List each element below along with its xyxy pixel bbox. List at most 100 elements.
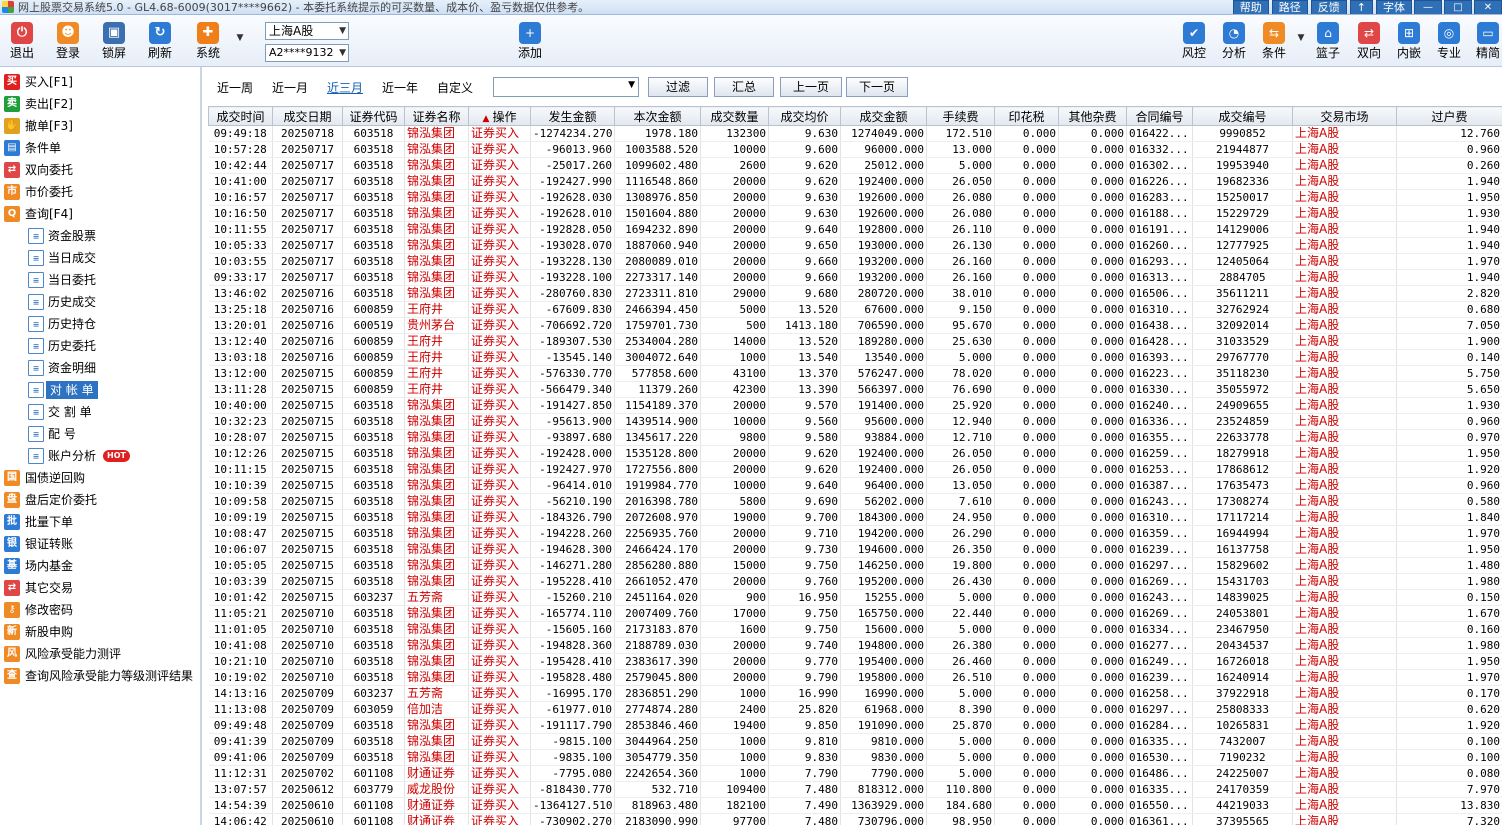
table-row[interactable]: 10:05:33 20250717 603518 锦泓集团 证券买入 -193028.07… xyxy=(208,237,1502,254)
font-button[interactable]: 字体 xyxy=(1376,0,1412,14)
toolbar-professional-button[interactable]: ◎ 专业 xyxy=(1429,19,1469,65)
table-row[interactable]: 14:06:42 20250610 601108 财通证券 证券买入 -730902.27… xyxy=(208,813,1502,825)
column-header[interactable]: 证券代码 xyxy=(342,106,405,126)
sidebar-item-12[interactable]: ≡ 历史委托 xyxy=(0,335,200,357)
table-row[interactable]: 10:16:50 20250717 603518 锦泓集团 证券买入 -192628.01… xyxy=(208,205,1502,222)
table-row[interactable]: 10:03:39 20250715 603518 锦泓集团 证券买入 -195228.41… xyxy=(208,573,1502,590)
table-row[interactable]: 13:12:00 20250715 600859 王府井 证券买入 -576330.770… xyxy=(208,365,1502,382)
column-header[interactable]: ▲ 操作 xyxy=(468,106,531,126)
sidebar-item-25[interactable]: 新新股申购 xyxy=(0,621,200,643)
table-row[interactable]: 13:46:02 20250716 603518 锦泓集团 证券买入 -280760.83… xyxy=(208,285,1502,302)
table-row[interactable]: 11:13:08 20250709 603059 倍加洁 证券买入 -61977.010 2… xyxy=(208,701,1502,718)
table-row[interactable]: 10:28:07 20250715 603518 锦泓集团 证券买入 -93897.680… xyxy=(208,429,1502,446)
column-header[interactable]: 其他杂费 xyxy=(1058,106,1127,126)
table-row[interactable]: 10:01:42 20250715 603237 五芳斋 证券买入 -15260.210 2… xyxy=(208,589,1502,606)
table-row[interactable]: 10:12:26 20250715 603518 锦泓集团 证券买入 -192428.00… xyxy=(208,445,1502,462)
sidebar-item-6[interactable]: Q 查询[F4] xyxy=(0,203,200,225)
column-header[interactable]: 成交日期 xyxy=(272,106,343,126)
table-row[interactable]: 10:16:57 20250717 603518 锦泓集团 证券买入 -192628.03… xyxy=(208,189,1502,206)
sidebar-item-26[interactable]: 风风险承受能力测评 xyxy=(0,643,200,665)
period-month[interactable]: 近一月 xyxy=(272,79,308,96)
sidebar-item-9[interactable]: ≡ 当日委托 xyxy=(0,269,200,291)
table-row[interactable]: 11:12:31 20250702 601108 财通证券 证券买入 -7795.080 2… xyxy=(208,765,1502,782)
toolbar-system-button[interactable]: ✚ 系统 xyxy=(186,19,230,65)
column-header[interactable]: 印花税 xyxy=(994,106,1059,126)
add-account-button[interactable]: + 添加 xyxy=(510,19,550,65)
period-custom[interactable]: 自定义 xyxy=(437,79,473,96)
sidebar-item-24[interactable]: ⚷ 修改密码 xyxy=(0,599,200,621)
toolbar-embed-button[interactable]: ⊞ 内嵌 xyxy=(1389,19,1429,65)
table-row[interactable]: 13:12:40 20250716 600859 王府井 证券买入 -189307.530… xyxy=(208,333,1502,350)
toolbar-exit-button[interactable]: ⏻ 退出 xyxy=(0,19,44,65)
sidebar-item-13[interactable]: ≡ 资金明细 xyxy=(0,357,200,379)
sidebar-item-18[interactable]: 国国债逆回购 xyxy=(0,467,200,489)
date-range-select[interactable]: ▼ xyxy=(493,77,639,97)
sidebar-item-2[interactable]: ✋ 撤单[F3] xyxy=(0,115,200,137)
toolbar-basket-button[interactable]: ⌂ 篮子 xyxy=(1308,19,1348,65)
minimize-icon[interactable]: — xyxy=(1414,0,1442,14)
table-row[interactable]: 10:09:58 20250715 603518 锦泓集团 证券买入 -56210.190… xyxy=(208,493,1502,510)
sidebar-item-14[interactable]: ≡ 对 帐 单 xyxy=(0,379,200,401)
column-header[interactable]: 本次金额 xyxy=(614,106,701,126)
table-row[interactable]: 10:41:08 20250710 603518 锦泓集团 证券买入 -194828.36… xyxy=(208,637,1502,654)
table-row[interactable]: 10:42:44 20250717 603518 锦泓集团 证券买入 -25017.260… xyxy=(208,157,1502,174)
toolbar-compact-button[interactable]: ▭ 精简 xyxy=(1468,19,1502,65)
period-year[interactable]: 近一年 xyxy=(382,79,418,96)
sidebar-item-8[interactable]: ≡ 当日成交 xyxy=(0,247,200,269)
column-header[interactable]: 发生金额 xyxy=(530,106,615,126)
table-row[interactable]: 10:05:05 20250715 603518 锦泓集团 证券买入 -146271.28… xyxy=(208,557,1502,574)
filter-button[interactable]: 过滤 xyxy=(648,77,708,97)
table-row[interactable]: 09:41:39 20250709 603518 锦泓集团 证券买入 -9815.100 3… xyxy=(208,733,1502,750)
summary-button[interactable]: 汇总 xyxy=(714,77,774,97)
sidebar-item-19[interactable]: 盘盘后定价委托 xyxy=(0,489,200,511)
table-row[interactable]: 10:03:55 20250717 603518 锦泓集团 证券买入 -193228.13… xyxy=(208,253,1502,270)
table-row[interactable]: 13:07:57 20250612 603779 威龙股份 证券买入 -818430.77… xyxy=(208,781,1502,798)
column-header[interactable]: 过户费 xyxy=(1396,106,1502,126)
table-row[interactable]: 13:11:28 20250715 600859 王府井 证券买入 -566479.340… xyxy=(208,381,1502,398)
table-row[interactable]: 09:49:18 20250718 603518 锦泓集团 证券买入 -1274234.2… xyxy=(208,125,1502,142)
pin-button[interactable]: ↑ xyxy=(1349,0,1373,14)
table-row[interactable]: 09:49:48 20250709 603518 锦泓集团 证券买入 -191117.79… xyxy=(208,717,1502,734)
column-header[interactable]: 成交金额 xyxy=(840,106,927,126)
toolbar-two-way-button[interactable]: ⇄ 双向 xyxy=(1349,19,1389,65)
sidebar-item-4[interactable]: ⇄ 双向委托 xyxy=(0,159,200,181)
toolbar-analysis-button[interactable]: ◔ 分析 xyxy=(1214,19,1254,65)
table-row[interactable]: 10:08:47 20250715 603518 锦泓集团 证券买入 -194228.26… xyxy=(208,525,1502,542)
toolbar-risk-control-button[interactable]: ✔ 风控 xyxy=(1174,19,1214,65)
path-button[interactable]: 路径 xyxy=(1271,0,1308,14)
table-row[interactable]: 13:03:18 20250716 600859 王府井 证券买入 -13545.140 3… xyxy=(208,349,1502,366)
next-page-button[interactable]: 下一页 xyxy=(846,77,908,97)
table-row[interactable]: 10:32:23 20250715 603518 锦泓集团 证券买入 -95613.900… xyxy=(208,413,1502,430)
table-row[interactable]: 13:25:18 20250716 600859 王府井 证券买入 -67609.830 2… xyxy=(208,301,1502,318)
prev-page-button[interactable]: 上一页 xyxy=(780,77,842,97)
sidebar-item-0[interactable]: 买买入[F1] xyxy=(0,71,200,93)
column-header[interactable]: 成交时间 xyxy=(208,106,273,126)
sidebar-item-1[interactable]: 卖卖出[F2] xyxy=(0,93,200,115)
table-row[interactable]: 10:06:07 20250715 603518 锦泓集团 证券买入 -194628.30… xyxy=(208,541,1502,558)
sidebar-item-21[interactable]: 银银证转账 xyxy=(0,533,200,555)
system-dropdown-icon[interactable]: ▼ xyxy=(233,33,247,47)
table-row[interactable]: 11:05:21 20250710 603518 锦泓集团 证券买入 -165774.11… xyxy=(208,605,1502,622)
sidebar-item-17[interactable]: ≡ 账户分析 HOT xyxy=(0,445,200,467)
column-header[interactable]: 成交编号 xyxy=(1192,106,1293,126)
help-button[interactable]: 帮助 xyxy=(1232,0,1269,14)
toolbar-login-button[interactable]: ☻ 登录 xyxy=(46,19,90,65)
table-row[interactable]: 10:21:10 20250710 603518 锦泓集团 证券买入 -195428.41… xyxy=(208,653,1502,670)
toolbar-condition-button[interactable]: ⇆ 条件 xyxy=(1254,19,1294,65)
table-row[interactable]: 10:09:19 20250715 603518 锦泓集团 证券买入 -184326.79… xyxy=(208,509,1502,526)
period-three-months[interactable]: 近三月 xyxy=(327,79,363,96)
toolbar-refresh-button[interactable]: ↻ 刷新 xyxy=(138,19,182,65)
column-header[interactable]: 成交均价 xyxy=(768,106,841,126)
account-select[interactable]: A2****9132 ▼ xyxy=(265,44,349,62)
table-row[interactable]: 10:10:39 20250715 603518 锦泓集团 证券买入 -96414.010… xyxy=(208,477,1502,494)
feedback-button[interactable]: 反馈 xyxy=(1310,0,1347,14)
sidebar-item-22[interactable]: 基场内基金 xyxy=(0,555,200,577)
table-row[interactable]: 11:01:05 20250710 603518 锦泓集团 证券买入 -15605.160… xyxy=(208,621,1502,638)
table-row[interactable]: 14:54:39 20250610 601108 财通证券 证券买入 -1364127.5… xyxy=(208,797,1502,814)
maximize-icon[interactable]: □ xyxy=(1444,0,1472,14)
column-header[interactable]: 手续费 xyxy=(926,106,995,126)
sidebar-item-23[interactable]: ⇄ 其它交易 xyxy=(0,577,200,599)
sidebar-item-7[interactable]: ≡ 资金股票 xyxy=(0,225,200,247)
sidebar-item-27[interactable]: 查查询风险承受能力等级测评结果 xyxy=(0,665,200,687)
column-header[interactable]: 成交数量 xyxy=(700,106,769,126)
